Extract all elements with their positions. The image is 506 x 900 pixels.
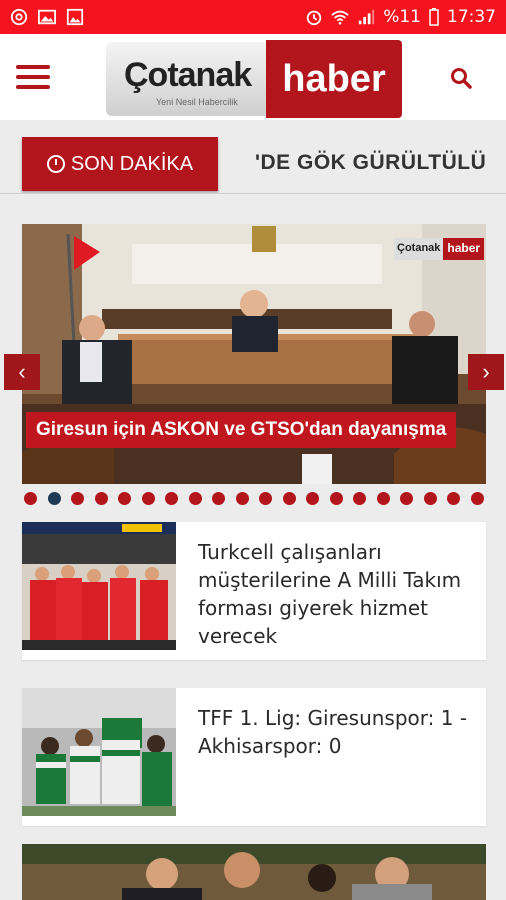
news-title[interactable]: Turkcell çalışanları müşterilerine A Mil… xyxy=(176,522,486,660)
status-time: 17:37 xyxy=(447,7,496,27)
slider-dot[interactable] xyxy=(400,491,414,505)
slider-dot[interactable] xyxy=(141,491,155,505)
battery-percent: %11 xyxy=(383,7,421,27)
ticker-headline[interactable]: 'DE GÖK GÜRÜLTÜLÜ xyxy=(255,151,486,175)
slider-dot[interactable] xyxy=(423,491,437,505)
slider-dot[interactable] xyxy=(47,491,61,505)
slider-dot[interactable] xyxy=(447,491,461,505)
slider-next-button[interactable]: › xyxy=(468,354,504,390)
breaking-news-button[interactable]: SON DAKİKA xyxy=(22,137,218,191)
app-header: Çotanak Yeni Nesil Habercilik haber xyxy=(0,34,506,120)
slider-dot[interactable] xyxy=(282,491,296,505)
slider-dot[interactable] xyxy=(376,491,390,505)
breaking-news-ticker: SON DAKİKA 'DE GÖK GÜRÜLTÜLÜ xyxy=(0,120,506,194)
slider-dot[interactable] xyxy=(470,491,484,505)
watermark-right: haber xyxy=(443,238,485,260)
slider-dot[interactable] xyxy=(353,491,367,505)
breaking-news-label: SON DAKİKA xyxy=(70,152,194,175)
at-sign-icon xyxy=(10,8,28,26)
menu-icon[interactable] xyxy=(16,65,50,89)
clock-icon xyxy=(46,155,65,173)
slider-dot[interactable] xyxy=(329,491,343,505)
news-title[interactable]: TFF 1. Lig: Giresunspor: 1 - Akhisarspor… xyxy=(176,688,486,826)
chevron-left-icon: ‹ xyxy=(18,359,26,384)
chevron-right-icon: › xyxy=(482,359,490,384)
news-thumbnail-partial[interactable] xyxy=(22,844,486,900)
signal-icon xyxy=(359,9,375,25)
slider-dot[interactable] xyxy=(165,491,179,505)
logo-word-left: Çotanak xyxy=(124,56,252,94)
slider-watermark: Çotanak haber xyxy=(394,238,485,260)
watermark-left: Çotanak xyxy=(394,238,444,260)
photo-gallery-icon xyxy=(66,8,84,26)
news-thumbnail xyxy=(22,688,176,816)
news-thumbnail xyxy=(22,522,176,650)
alarm-icon xyxy=(307,10,322,26)
slider-dot[interactable] xyxy=(24,491,37,505)
slider-dot[interactable] xyxy=(94,491,108,505)
slider-dot[interactable] xyxy=(306,491,320,505)
logo-slogan: Yeni Nesil Habercilik xyxy=(156,97,238,107)
slider-dot[interactable] xyxy=(235,491,249,505)
slider-dot[interactable] xyxy=(259,491,273,505)
slider-dot[interactable] xyxy=(118,491,132,505)
status-bar: %11 17:37 xyxy=(0,0,506,34)
news-card[interactable]: TFF 1. Lig: Giresunspor: 1 - Akhisarspor… xyxy=(22,688,486,826)
battery-icon xyxy=(429,8,439,26)
slider-caption[interactable]: Giresun için ASKON ve GTSO'dan dayanışma xyxy=(26,412,457,448)
wifi-icon xyxy=(331,10,349,25)
slider-dot[interactable] xyxy=(71,491,85,505)
slider-dot[interactable] xyxy=(212,491,226,505)
image-icon xyxy=(38,9,56,25)
slider-dot[interactable] xyxy=(188,491,202,505)
search-icon[interactable] xyxy=(450,67,472,89)
news-card[interactable]: Turkcell çalışanları müşterilerine A Mil… xyxy=(22,522,486,660)
logo-word-right: haber xyxy=(282,57,386,100)
slider-prev-button[interactable]: ‹ xyxy=(4,354,40,390)
slider-pagination xyxy=(24,490,484,506)
site-logo[interactable]: Çotanak Yeni Nesil Habercilik haber xyxy=(106,40,402,118)
